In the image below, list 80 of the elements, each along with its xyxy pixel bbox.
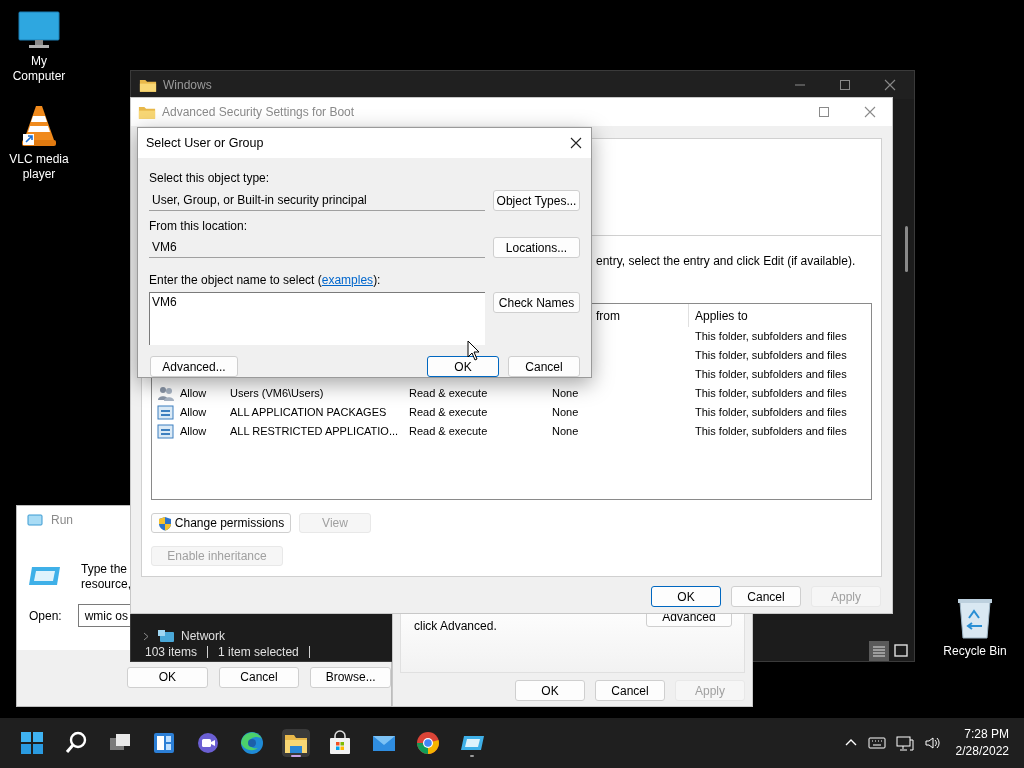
- change-permissions-button[interactable]: Change permissions: [151, 513, 291, 533]
- table-cell-text: None: [552, 424, 580, 440]
- icon-label: Recycle Bin: [942, 644, 1008, 659]
- cancel-button[interactable]: Cancel: [218, 666, 300, 688]
- field-label: Select this object type:: [149, 170, 271, 187]
- table-cell-text: Allow: [180, 386, 208, 402]
- hint-text: click Advanced.: [414, 618, 497, 635]
- icon-label: My Computer: [11, 54, 67, 84]
- table-cell-text: Allow: [180, 405, 208, 421]
- network-icon[interactable]: [895, 735, 914, 751]
- folder-icon: [139, 77, 157, 93]
- status-text: 1 item selected: [218, 644, 299, 661]
- traffic-cone-icon[interactable]: [21, 104, 57, 148]
- folder-icon: [138, 104, 156, 120]
- clock-time[interactable]: 7:28 PM: [964, 726, 1009, 743]
- table-cell-text: Read & execute: [409, 386, 489, 402]
- maximize-icon[interactable]: [818, 106, 830, 118]
- cancel-button[interactable]: Cancel: [595, 680, 665, 701]
- description-text: resource,: [81, 577, 132, 592]
- dialog-title: Select User or Group: [146, 134, 264, 152]
- ok-button[interactable]: OK: [651, 586, 721, 607]
- cancel-button[interactable]: Cancel: [731, 586, 801, 607]
- ok-button[interactable]: OK: [427, 356, 499, 377]
- table-cell-text: Read & execute: [409, 424, 489, 440]
- maximize-icon[interactable]: [839, 79, 851, 91]
- users-icon: [157, 385, 174, 402]
- field-label: Enter the object name to select (examples):: [149, 272, 382, 289]
- ok-button[interactable]: OK: [127, 666, 208, 688]
- object-name-field[interactable]: VM6: [149, 292, 485, 345]
- table-cell-text: ALL APPLICATION PACKAGES: [230, 405, 388, 421]
- advanced-button[interactable]: Advanced...: [150, 356, 238, 377]
- table-cell-text: This folder, subfolders and files: [694, 424, 848, 440]
- table-cell-text: This folder, subfolders and files: [694, 348, 848, 364]
- table-cell-text: ALL RESTRICTED APPLICATIO...: [230, 424, 400, 440]
- cancel-button[interactable]: Cancel: [508, 356, 580, 377]
- keyboard-icon[interactable]: [867, 735, 886, 751]
- monitor-icon[interactable]: [17, 10, 61, 50]
- browser-icon[interactable]: [238, 729, 266, 757]
- nav-item[interactable]: Network: [181, 627, 225, 645]
- object-types-button[interactable]: Object Types...: [493, 190, 580, 211]
- table-cell-text: Allow: [180, 424, 208, 440]
- table-cell-text: This folder, subfolders and files: [694, 405, 848, 421]
- network-icon: [157, 629, 175, 643]
- table-cell-text: None: [552, 386, 580, 402]
- package-icon: [157, 404, 174, 421]
- table-cell-text: Read & execute: [409, 405, 489, 421]
- table-cell-text: This folder, subfolders and files: [694, 386, 848, 402]
- description-text: Type the: [81, 562, 129, 577]
- table-cell-text: Users (VM6\Users): [230, 386, 325, 402]
- recycle-bin-icon[interactable]: [956, 596, 994, 640]
- start-icon[interactable]: [18, 729, 46, 757]
- table-cell-text: This folder, subfolders and files: [694, 367, 848, 383]
- scrollbar-thumb[interactable]: [905, 226, 908, 272]
- open-label: Open:: [29, 607, 62, 625]
- browser-icon[interactable]: [414, 729, 442, 757]
- column-header[interactable]: Applies to: [688, 304, 871, 327]
- close-icon[interactable]: [570, 137, 582, 149]
- ok-button[interactable]: OK: [515, 680, 585, 701]
- package-icon: [157, 423, 174, 440]
- locations-button[interactable]: Locations...: [493, 237, 580, 258]
- field-label: From this location:: [149, 218, 249, 235]
- examples-link[interactable]: examples: [321, 273, 374, 287]
- table-cell-text: This folder, subfolders and files: [694, 329, 848, 345]
- clock-date[interactable]: 2/28/2022: [955, 743, 1009, 760]
- run-icon: [29, 565, 61, 587]
- open-field[interactable]: wmic os: [77, 604, 130, 627]
- window-title: Windows: [163, 77, 212, 94]
- mouse-cursor-icon: [467, 340, 480, 361]
- status-text: 103 items: [145, 644, 198, 661]
- table-cell-text: None: [552, 405, 580, 421]
- instruction-text: entry, select the entry and click Edit (if available).: [596, 253, 857, 270]
- icon-label: VLC media player: [8, 152, 70, 182]
- chevron-right-icon[interactable]: [143, 631, 149, 641]
- folder-icon[interactable]: [282, 729, 310, 757]
- window-icon: [27, 514, 43, 526]
- window-title: Advanced Security Settings for Boot: [162, 104, 355, 121]
- volume-icon[interactable]: [923, 735, 942, 751]
- browse-button[interactable]: Browse...: [310, 666, 391, 688]
- check-names-button[interactable]: Check Names: [493, 292, 580, 313]
- window-title: Run: [51, 512, 73, 529]
